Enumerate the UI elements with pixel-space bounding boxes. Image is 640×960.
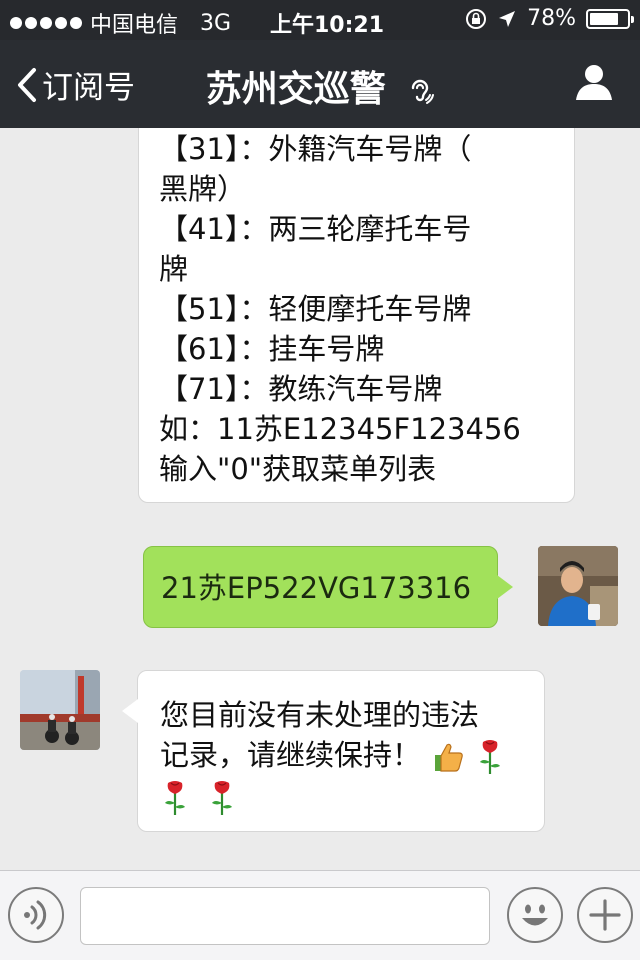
message-input[interactable] — [80, 887, 490, 945]
reply-message[interactable]: 您目前没有未处理的违法 记录，请继续保持！ — [122, 670, 545, 832]
signal-dots-icon — [10, 17, 82, 29]
user-avatar[interactable] — [538, 546, 618, 626]
profile-button[interactable] — [574, 62, 614, 106]
status-left: 中国电信 3G — [10, 7, 231, 39]
menu-message[interactable]: 【31】：外籍汽车号牌（ 黑牌） 【41】：两三轮摩托车号 牌 【51】：轻便摩… — [138, 128, 575, 503]
menu-line: 输入"0"获取菜单列表 — [159, 452, 437, 486]
network-type: 3G — [200, 10, 232, 36]
police-avatar-image — [20, 670, 100, 750]
menu-line: 【61】：挂车号牌 — [159, 332, 385, 366]
more-button[interactable] — [577, 887, 633, 943]
carrier-name: 中国电信 — [90, 13, 179, 38]
smiley-icon — [522, 904, 548, 926]
menu-line: 【71】：教练汽车号牌 — [159, 372, 443, 406]
page-title: 苏州交巡警 — [0, 60, 640, 112]
sent-message[interactable]: 21苏EP522VG173316 — [143, 546, 513, 628]
person-icon — [576, 65, 612, 100]
input-bar — [0, 870, 640, 960]
chat-area[interactable]: 【31】：外籍汽车号牌（ 黑牌） 【41】：两三轮摩托车号 牌 【51】：轻便摩… — [0, 128, 640, 870]
rose-icon — [165, 781, 185, 815]
voice-button[interactable] — [8, 887, 64, 943]
reply-line-text: 记录，请继续保持！ — [160, 738, 422, 772]
reply-line-2: 记录，请继续保持！ — [160, 735, 532, 776]
rose-icon — [212, 781, 233, 815]
ear-icon — [412, 79, 435, 104]
menu-line: 如：11苏E12345F123456 — [159, 412, 521, 446]
nav-bar: 订阅号 苏州交巡警 — [0, 40, 640, 128]
menu-line: 黑牌） — [159, 172, 247, 206]
menu-line: 牌 — [159, 252, 189, 286]
reply-line-3 — [160, 776, 532, 817]
battery-percent: 78% — [527, 6, 576, 31]
emoji-button[interactable] — [507, 887, 563, 943]
menu-line: 【41】：两三轮摩托车号 — [159, 212, 472, 246]
status-right: 78% — [465, 6, 634, 31]
plus-icon — [589, 899, 621, 931]
menu-line: 【31】：外籍汽车号牌（ — [159, 132, 472, 166]
battery-icon — [586, 8, 634, 29]
battery-fill — [590, 12, 618, 25]
rose-icon — [480, 740, 501, 774]
user-avatar-image — [538, 546, 618, 626]
reply-line: 您目前没有未处理的违法 — [160, 698, 480, 732]
sent-message-text: 21苏EP522VG173316 — [161, 571, 472, 605]
rotation-lock-icon — [466, 8, 487, 29]
status-time: 上午10:21 — [270, 13, 385, 38]
menu-line: 【51】：轻便摩托车号牌 — [159, 292, 472, 326]
status-bar: 中国电信 3G 上午10:21 78% — [0, 0, 640, 40]
voice-icon — [24, 900, 47, 930]
official-account-avatar[interactable] — [20, 670, 100, 750]
thumbs-up-icon — [435, 743, 464, 772]
location-arrow-icon — [499, 10, 516, 27]
page-title-text: 苏州交巡警 — [205, 69, 386, 110]
